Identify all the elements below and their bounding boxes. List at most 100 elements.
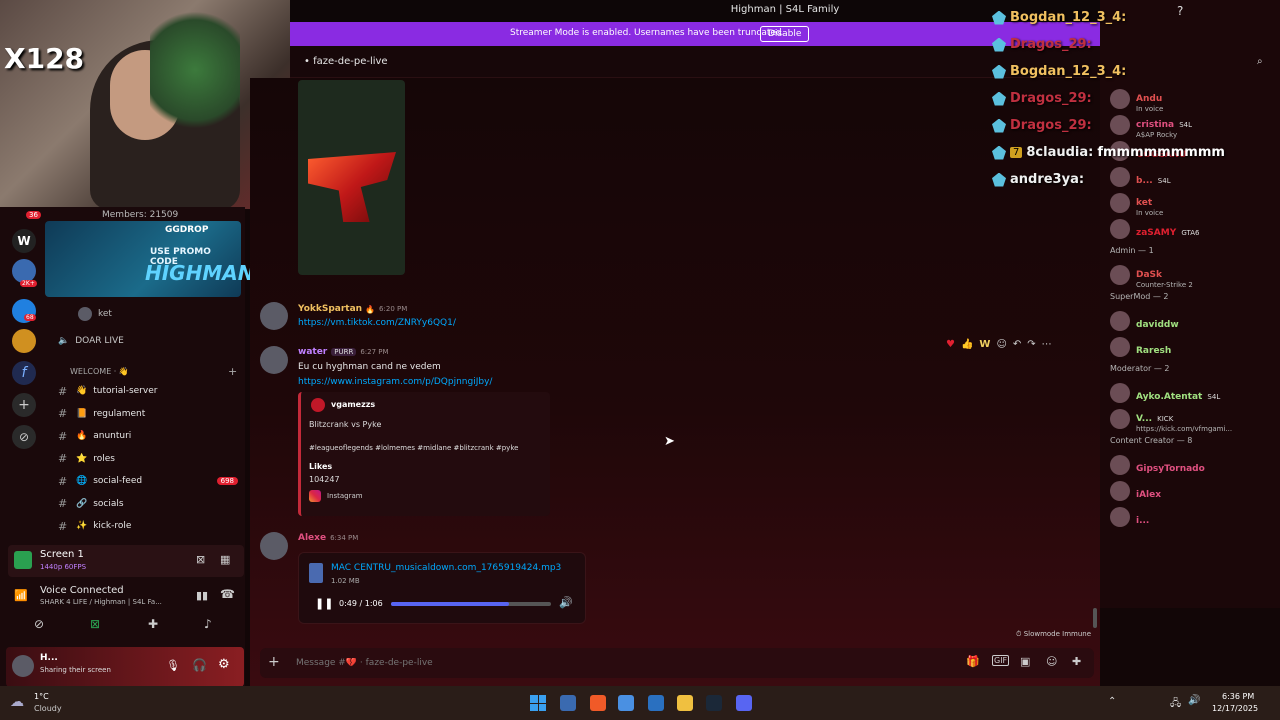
audio-progress[interactable]: [391, 602, 551, 606]
channel-item[interactable]: # ✨ kick-role: [58, 516, 238, 536]
message-link[interactable]: https://vm.tiktok.com/ZNRYy6QQ1/: [298, 318, 456, 328]
attach-plus-icon[interactable]: +: [268, 654, 280, 670]
image-attachment[interactable]: [298, 80, 405, 275]
settings-gear-icon[interactable]: ⚙: [218, 657, 230, 672]
audio-time: 0:49 / 1:06: [339, 599, 383, 608]
member-item[interactable]: Raresh: [1110, 334, 1275, 360]
member-item[interactable]: DaSk Counter-Strike 2: [1110, 262, 1275, 289]
member-name: daviddw: [1136, 319, 1179, 330]
channel-item[interactable]: # 🌐 social-feed 698: [58, 471, 238, 491]
scrollbar[interactable]: [1093, 608, 1097, 628]
embed-author[interactable]: vgamezzs: [331, 400, 375, 409]
apps-icon[interactable]: ✚: [1072, 655, 1081, 668]
username[interactable]: water: [298, 347, 327, 357]
forward-icon[interactable]: ↷: [1027, 339, 1035, 350]
avatar[interactable]: [260, 532, 288, 560]
member-item[interactable]: zaSAMY GTA6: [1110, 216, 1275, 242]
channel-doar-live[interactable]: 🔈 DOAR LIVE: [58, 331, 124, 351]
activities-icon[interactable]: ✚: [148, 617, 158, 631]
member-activity: Counter-Strike 2: [1136, 280, 1193, 289]
discover-icon[interactable]: ⊘: [12, 425, 36, 449]
task-view-icon[interactable]: [560, 695, 576, 711]
disable-button[interactable]: Disable: [760, 26, 810, 42]
reply-icon[interactable]: ↶: [1013, 339, 1021, 350]
add-channel-icon[interactable]: +: [228, 365, 237, 378]
audio-attachment: MAC CENTRU_musicaldown.com_1765919424.mp…: [298, 552, 586, 624]
channel-label: anunturi: [93, 431, 132, 441]
network-icon[interactable]: 🖧: [1170, 696, 1181, 713]
member-category: Content Creator — 8: [1110, 436, 1193, 445]
gift-icon[interactable]: 🎁: [966, 655, 980, 668]
server-icon-w[interactable]: W: [12, 229, 36, 253]
user-avatar[interactable]: [12, 655, 34, 677]
start-icon[interactable]: [530, 695, 546, 711]
webcam-overlay: X128: [0, 0, 290, 209]
avatar[interactable]: [260, 302, 288, 330]
soundboard-2-icon[interactable]: ♪: [204, 617, 212, 631]
channel-item[interactable]: # 👋 tutorial-server: [58, 381, 238, 401]
member-item[interactable]: iAlex: [1110, 478, 1275, 504]
add-reaction-icon[interactable]: ☺: [996, 339, 1006, 350]
voice-user[interactable]: ket: [78, 307, 112, 321]
clock-time[interactable]: 6:36 PM: [1222, 692, 1254, 701]
file-name[interactable]: MAC CENTRU_musicaldown.com_1765919424.mp…: [331, 563, 561, 573]
channel-item[interactable]: # ⭐ roles: [58, 449, 238, 469]
member-item[interactable]: i...: [1110, 504, 1275, 530]
member-item[interactable]: daviddw: [1110, 308, 1275, 334]
clock-date[interactable]: 12/17/2025: [1212, 704, 1258, 713]
steam-icon[interactable]: [706, 695, 722, 711]
gif-icon[interactable]: GIF: [992, 655, 1010, 666]
category-welcome[interactable]: WELCOME · 👋: [70, 367, 129, 376]
member-item[interactable]: GipsyTornado: [1110, 452, 1275, 478]
brave-icon[interactable]: [590, 695, 606, 711]
pause-icon[interactable]: ❚❚: [315, 597, 333, 610]
message-link[interactable]: https://www.instagram.com/p/DQpjnngiJby/: [298, 377, 492, 387]
member-item[interactable]: V... KICK https://kick.com/vfmgami...: [1110, 406, 1275, 433]
voice-channel[interactable]: SHARK 4 LIFE / Highman | S4L Fa...: [40, 598, 162, 606]
search-icon[interactable]: ⌕: [1257, 56, 1263, 67]
message-input[interactable]: [296, 655, 896, 671]
chrome-icon[interactable]: [618, 695, 634, 711]
mic-icon[interactable]: 🎙: [166, 659, 180, 672]
volume-icon[interactable]: 🔊: [559, 596, 573, 609]
stream-settings-icon[interactable]: ▦: [220, 553, 230, 566]
user-status: Sharing their screen: [40, 666, 111, 674]
screen-title: Screen 1: [40, 549, 84, 560]
stop-stream-icon[interactable]: ⊠: [196, 553, 205, 566]
member-item[interactable]: Ayko.Atentat S4L: [1110, 380, 1275, 406]
embed-title[interactable]: Blitzcrank vs Pyke: [309, 420, 381, 429]
tray-chevron-icon[interactable]: ⌃: [1108, 696, 1116, 707]
disconnect-icon[interactable]: ☎: [220, 587, 235, 601]
username[interactable]: Alexe: [298, 533, 326, 543]
heart-reaction-icon[interactable]: ♥: [946, 339, 955, 350]
share-screen-icon[interactable]: ⊠: [90, 617, 100, 631]
chat-username: andre3ya:: [1010, 172, 1085, 187]
message-header: YokkSpartan 🔥 6:20 PM: [298, 304, 407, 314]
server-icon-f[interactable]: f: [12, 361, 36, 385]
avatar[interactable]: [260, 346, 288, 374]
volume-tray-icon[interactable]: 🔊: [1188, 695, 1200, 706]
w-reaction[interactable]: W: [979, 339, 990, 350]
soundboard-icon[interactable]: ▮▮: [196, 589, 208, 602]
server-icon-3[interactable]: [12, 329, 36, 353]
file-explorer-icon[interactable]: [677, 695, 693, 711]
speaker-icon: 🔈: [58, 336, 70, 346]
voice-connected-panel: 📶 Voice Connected SHARK 4 LIFE / Highman…: [8, 581, 244, 641]
username[interactable]: YokkSpartan: [298, 304, 362, 314]
thumbs-up-reaction-icon[interactable]: 👍: [961, 339, 973, 350]
unread-badge: 698: [216, 477, 238, 485]
emoji-icon[interactable]: ☺: [1046, 655, 1057, 668]
headphones-icon[interactable]: 🎧: [192, 658, 207, 672]
channel-label: social-feed: [93, 476, 143, 486]
camera-off-icon[interactable]: ⊘: [34, 617, 44, 631]
more-icon[interactable]: ⋯: [1042, 339, 1052, 350]
channel-item[interactable]: # 🔗 socials: [58, 494, 238, 514]
add-server-icon[interactable]: +: [12, 393, 36, 417]
channel-item[interactable]: # 🔥 anunturi: [58, 426, 238, 446]
discord-icon[interactable]: [736, 695, 752, 711]
vscode-icon[interactable]: [648, 695, 664, 711]
channel-item[interactable]: # 📙 regulament: [58, 404, 238, 424]
hash-icon: #: [58, 497, 68, 510]
sticker-icon[interactable]: ▣: [1020, 655, 1030, 668]
help-icon[interactable]: ?: [1177, 4, 1183, 18]
